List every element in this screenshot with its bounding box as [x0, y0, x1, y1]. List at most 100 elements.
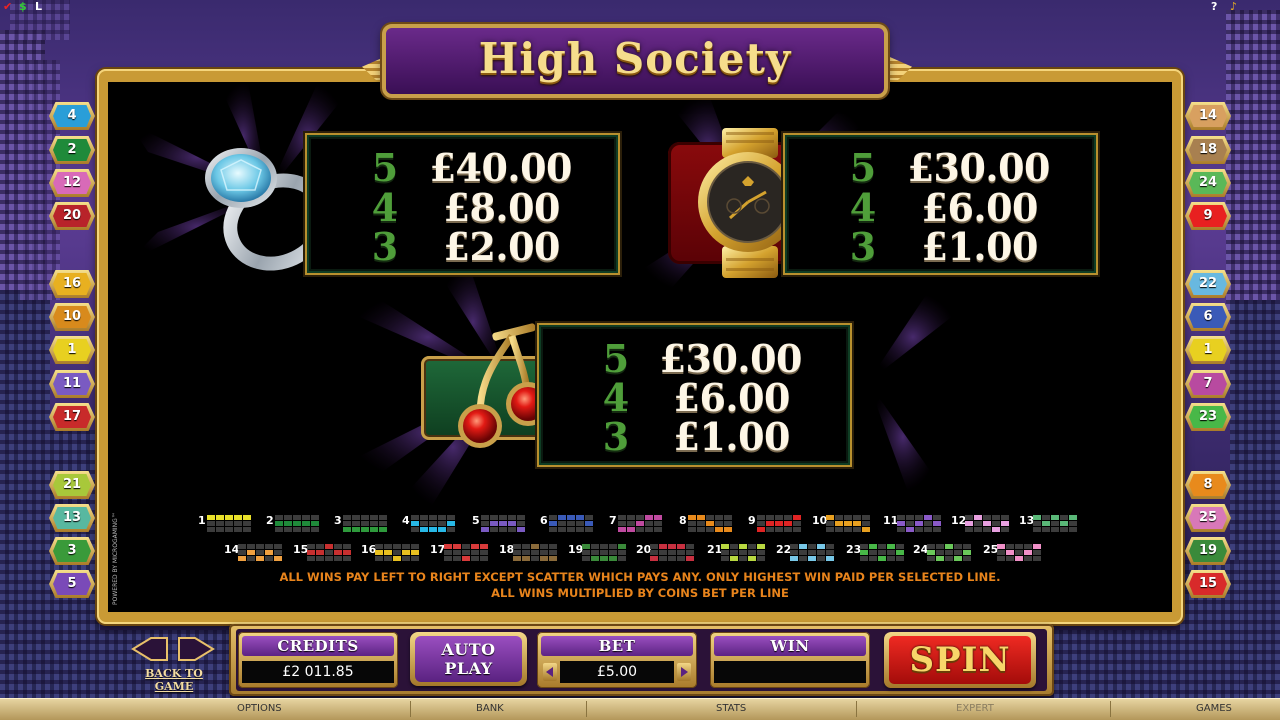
- payline-cell: [654, 515, 662, 520]
- payline-cell: [582, 550, 590, 555]
- line-marker-left[interactable]: 2: [53, 139, 91, 161]
- payline-cell: [508, 515, 516, 520]
- payline-cell: [1024, 556, 1032, 561]
- bet-label: BET: [541, 636, 693, 656]
- payline-cell: [636, 515, 644, 520]
- line-marker-right[interactable]: 23: [1189, 406, 1227, 428]
- line-marker-left[interactable]: 13: [53, 507, 91, 529]
- payline-cell: [974, 521, 982, 526]
- payline-cell: [799, 550, 807, 555]
- line-marker-right[interactable]: 8: [1189, 474, 1227, 496]
- pay-amount: £2.00: [443, 224, 561, 269]
- payline-cell: [567, 515, 575, 520]
- payline-cell: [799, 544, 807, 549]
- payline-cell: [207, 521, 215, 526]
- payline-cell: [636, 527, 644, 532]
- payline-cell: [352, 527, 360, 532]
- options-menu[interactable]: OPTIONS: [237, 698, 282, 720]
- payline-cell: [686, 550, 694, 555]
- bank-menu[interactable]: BANK: [476, 698, 504, 720]
- payline-cell: [508, 521, 516, 526]
- line-marker-right[interactable]: 19: [1189, 540, 1227, 562]
- line-marker-left[interactable]: 5: [53, 573, 91, 595]
- back-arrow-right-icon[interactable]: [177, 636, 215, 662]
- divider: [1110, 701, 1111, 717]
- line-marker-right[interactable]: 6: [1189, 306, 1227, 328]
- payline-cell: [618, 521, 626, 526]
- payline-grid: [688, 515, 733, 532]
- line-marker-left[interactable]: 1: [53, 339, 91, 361]
- stats-menu[interactable]: STATS: [716, 698, 746, 720]
- payline-cell: [997, 556, 1005, 561]
- sound-icon[interactable]: ♪: [1230, 0, 1237, 14]
- line-marker-left[interactable]: 3: [53, 540, 91, 562]
- line-marker-left[interactable]: 4: [53, 105, 91, 127]
- payline-cell: [784, 521, 792, 526]
- payline-cell: [247, 550, 255, 555]
- microgaming-badge: POWERED BY MICROGAMING™: [108, 494, 120, 609]
- dollar-icon[interactable]: $: [19, 0, 27, 14]
- payline-cell: [650, 544, 658, 549]
- bars-icon[interactable]: L: [35, 0, 42, 14]
- payline-cell: [1060, 521, 1068, 526]
- payline-cell: [361, 521, 369, 526]
- payline-cell: [429, 527, 437, 532]
- line-marker-right[interactable]: 18: [1189, 139, 1227, 161]
- line-marker-right[interactable]: 1: [1189, 339, 1227, 361]
- line-marker-right[interactable]: 24: [1189, 172, 1227, 194]
- pay-count: 3: [371, 224, 399, 269]
- payline-cell: [370, 527, 378, 532]
- payline-cell: [265, 556, 273, 561]
- payline-cell: [897, 527, 905, 532]
- payline-cell: [724, 527, 732, 532]
- payline-cell: [558, 521, 566, 526]
- line-marker-left[interactable]: 11: [53, 373, 91, 395]
- payline-cell: [438, 527, 446, 532]
- line-marker-right[interactable]: 25: [1189, 507, 1227, 529]
- payline-cell: [316, 544, 324, 549]
- arrow-left-icon: [546, 667, 553, 677]
- payline-cell: [238, 544, 246, 549]
- line-marker-left[interactable]: 17: [53, 406, 91, 428]
- payline-cell: [379, 515, 387, 520]
- line-marker-left[interactable]: 16: [53, 273, 91, 295]
- cashier-icon[interactable]: ✔: [3, 0, 12, 14]
- rules-line-2: ALL WINS MULTIPLIED BY COINS BET PER LIN…: [491, 586, 789, 600]
- payline-grid: [757, 515, 802, 532]
- games-menu[interactable]: GAMES: [1196, 698, 1232, 720]
- payline-cell: [402, 550, 410, 555]
- bet-decrease-button[interactable]: [543, 663, 557, 681]
- line-marker-left[interactable]: 21: [53, 474, 91, 496]
- line-marker-left[interactable]: 12: [53, 172, 91, 194]
- back-arrow-left-icon[interactable]: [131, 636, 169, 662]
- payline-cell: [650, 556, 658, 561]
- payline-cell: [808, 550, 816, 555]
- payline-cell: [243, 521, 251, 526]
- help-icon[interactable]: ?: [1211, 0, 1217, 14]
- line-marker-right[interactable]: 7: [1189, 373, 1227, 395]
- line-marker-left[interactable]: 10: [53, 306, 91, 328]
- expert-menu[interactable]: EXPERT: [956, 698, 994, 720]
- payline-cell: [567, 521, 575, 526]
- back-to-game-link[interactable]: BACK TO GAME: [129, 667, 219, 693]
- payline-grid: [481, 515, 526, 532]
- payline-cell: [549, 544, 557, 549]
- payline-cell: [1042, 521, 1050, 526]
- payline-cell: [225, 527, 233, 532]
- line-marker-right[interactable]: 9: [1189, 205, 1227, 227]
- bet-increase-button[interactable]: [677, 663, 691, 681]
- payline-cell: [906, 521, 914, 526]
- payline-cell: [974, 515, 982, 520]
- payline-cell: [775, 515, 783, 520]
- payline-cell: [790, 556, 798, 561]
- payline-cell: [275, 515, 283, 520]
- payline-cell: [591, 544, 599, 549]
- payline-cell: [411, 550, 419, 555]
- line-marker-right[interactable]: 22: [1189, 273, 1227, 295]
- line-marker-right[interactable]: 15: [1189, 573, 1227, 595]
- line-marker-right[interactable]: 14: [1189, 105, 1227, 127]
- line-marker-left[interactable]: 20: [53, 205, 91, 227]
- payline-cell: [757, 550, 765, 555]
- payline-cell: [549, 556, 557, 561]
- payline-cell: [379, 527, 387, 532]
